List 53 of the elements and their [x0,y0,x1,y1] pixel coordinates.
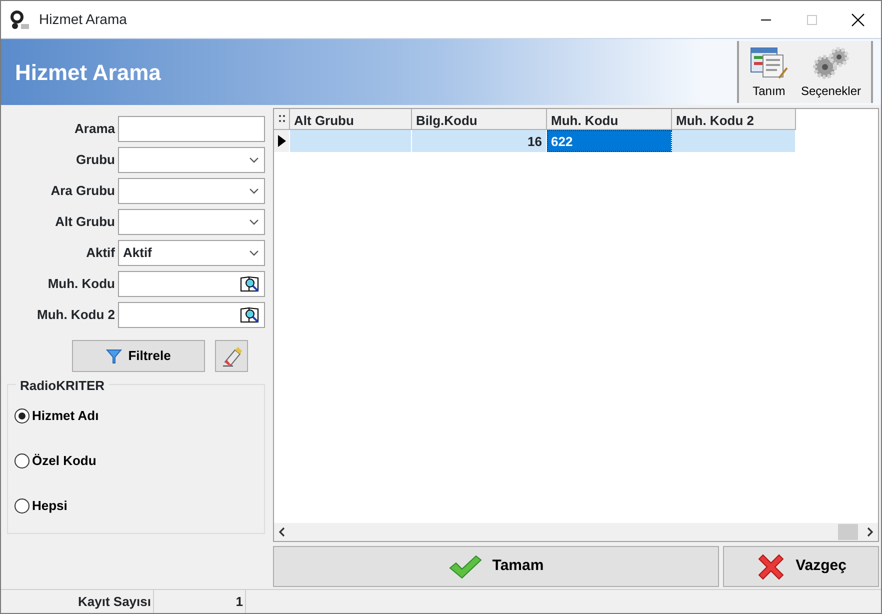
field-label: Muh. Kodu 2 [37,306,115,324]
radio-label[interactable]: Hepsi [32,496,68,516]
maximize-icon [806,14,818,26]
chevron-down-icon [248,186,260,194]
search-icon[interactable] [240,306,260,324]
table-cell: 16 [412,130,547,152]
ok-button[interactable]: Tamam [273,546,719,587]
chevron-down-icon [248,218,260,226]
filter-button[interactable]: Filtrele [72,340,205,372]
chevron-down-icon [248,156,260,164]
column-header[interactable]: Muh. Kodu 2 [672,109,796,130]
dropdown-field[interactable] [118,178,265,204]
field-label: Muh. Kodu [48,274,115,293]
search-icon[interactable] [240,274,260,292]
record-count-label: Kayıt Sayısı [1,590,154,613]
cancel-button[interactable]: Vazgeç [723,546,879,587]
radio-label[interactable]: Hizmet Adı [32,406,99,426]
field-label: Alt Grubu [55,212,115,231]
table-cell: 622 [547,130,672,152]
field-label: Ara Grubu [50,182,115,200]
lookup-field[interactable] [118,270,265,296]
toolbar-button[interactable]: Seçenekler [794,41,867,103]
eraser-icon [220,345,242,367]
checkmark-icon [448,554,482,580]
radio-button[interactable] [14,498,30,514]
toolbar-button[interactable]: Tanım [742,41,795,103]
clear-button[interactable] [215,340,248,372]
field-label: Arama [74,120,115,138]
close-icon [756,552,786,582]
radio-button[interactable] [14,452,30,468]
column-header[interactable]: Alt Grubu [290,109,412,130]
gears-icon [810,46,851,80]
lookup-field[interactable] [118,302,265,328]
dropdown-field[interactable] [118,146,265,172]
chevron-down-icon [248,248,260,256]
window-title: Hizmet Arama [39,10,127,29]
dropdown-field[interactable]: Aktif [118,240,265,266]
form-icon [748,46,789,80]
column-header[interactable]: Muh. Kodu [547,109,672,130]
record-count-value: 1 [154,590,246,613]
column-header[interactable]: Bilg.Kodu [412,109,547,130]
radio-button[interactable] [14,408,30,424]
field-label: Grubu [76,150,115,169]
dropdown-field[interactable] [118,208,265,234]
app-icon [9,8,31,30]
grid-corner-icon [278,115,284,123]
radio-label[interactable]: Özel Kodu [32,450,96,470]
scroll-thumb[interactable] [838,524,858,540]
header-title: Hizmet Arama [15,58,161,86]
filter-icon [106,348,122,364]
close-icon [851,12,865,26]
field-label: Aktif [86,244,115,262]
search-field[interactable] [118,116,265,142]
